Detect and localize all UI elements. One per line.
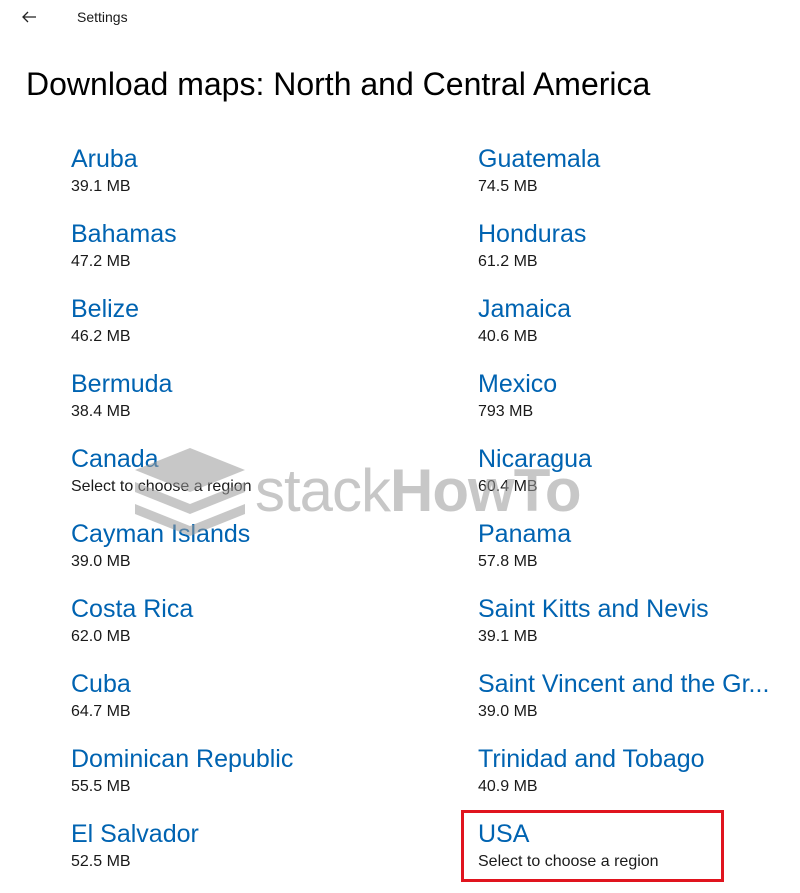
region-size: 52.5 MB [71, 853, 131, 870]
region-item-cuba[interactable]: Cuba 64.7 MB [71, 668, 441, 743]
region-size: 74.5 MB [478, 178, 538, 195]
region-item-el-salvador[interactable]: El Salvador 52.5 MB [71, 818, 441, 893]
title-bar: Settings [0, 0, 800, 36]
region-name: Panama [478, 520, 572, 548]
region-list-left: Aruba 39.1 MB Bahamas 47.2 MB Belize 46.… [71, 143, 441, 893]
region-size: 39.1 MB [478, 628, 538, 645]
region-name: Jamaica [478, 295, 572, 323]
arrow-left-icon [22, 11, 36, 23]
region-name: Dominican Republic [71, 745, 294, 773]
region-size: 38.4 MB [71, 403, 131, 420]
region-size: 39.0 MB [478, 703, 538, 720]
region-item-cayman-islands[interactable]: Cayman Islands 39.0 MB [71, 518, 441, 593]
region-item-saint-kitts-and-nevis[interactable]: Saint Kitts and Nevis 39.1 MB [478, 593, 800, 668]
page-title: Download maps: North and Central America [26, 66, 651, 102]
region-size: 39.0 MB [71, 553, 131, 570]
region-size: 64.7 MB [71, 703, 131, 720]
region-item-belize[interactable]: Belize 46.2 MB [71, 293, 441, 368]
region-name: Cuba [71, 670, 131, 698]
region-item-panama[interactable]: Panama 57.8 MB [478, 518, 800, 593]
region-name: Saint Vincent and the Gr... [478, 670, 770, 698]
region-name: USA [478, 820, 530, 848]
region-size: 61.2 MB [478, 253, 538, 270]
region-size: 46.2 MB [71, 328, 131, 345]
region-name: Nicaragua [478, 445, 592, 473]
region-name: Aruba [71, 145, 138, 173]
region-item-jamaica[interactable]: Jamaica 40.6 MB [478, 293, 800, 368]
region-name: Costa Rica [71, 595, 194, 623]
region-size: 55.5 MB [71, 778, 131, 795]
region-item-nicaragua[interactable]: Nicaragua 60.4 MB [478, 443, 800, 518]
region-size: 793 MB [478, 403, 534, 420]
region-item-trinidad-and-tobago[interactable]: Trinidad and Tobago 40.9 MB [478, 743, 800, 818]
region-size: Select to choose a region [71, 478, 252, 495]
region-name: Honduras [478, 220, 587, 248]
region-item-bermuda[interactable]: Bermuda 38.4 MB [71, 368, 441, 443]
region-name: Bahamas [71, 220, 177, 248]
region-item-costa-rica[interactable]: Costa Rica 62.0 MB [71, 593, 441, 668]
region-item-dominican-republic[interactable]: Dominican Republic 55.5 MB [71, 743, 441, 818]
region-size: 62.0 MB [71, 628, 131, 645]
region-item-canada[interactable]: Canada Select to choose a region [71, 443, 441, 518]
region-name: Bermuda [71, 370, 173, 398]
region-size: 60.4 MB [478, 478, 538, 495]
region-item-mexico[interactable]: Mexico 793 MB [478, 368, 800, 443]
region-size: 39.1 MB [71, 178, 131, 195]
region-name: Saint Kitts and Nevis [478, 595, 709, 623]
region-name: Mexico [478, 370, 558, 398]
back-button[interactable] [14, 4, 44, 30]
region-name: Cayman Islands [71, 520, 251, 548]
region-list-right: Guatemala 74.5 MB Honduras 61.2 MB Jamai… [478, 143, 800, 893]
region-item-saint-vincent[interactable]: Saint Vincent and the Gr... 39.0 MB [478, 668, 800, 743]
region-name: Guatemala [478, 145, 601, 173]
region-name: Belize [71, 295, 140, 323]
region-item-usa[interactable]: USA Select to choose a region [478, 818, 800, 893]
app-title: Settings [77, 9, 128, 25]
region-size: 57.8 MB [478, 553, 538, 570]
region-size: 40.6 MB [478, 328, 538, 345]
region-name: El Salvador [71, 820, 199, 848]
region-item-honduras[interactable]: Honduras 61.2 MB [478, 218, 800, 293]
region-name: Trinidad and Tobago [478, 745, 705, 773]
region-item-bahamas[interactable]: Bahamas 47.2 MB [71, 218, 441, 293]
region-item-aruba[interactable]: Aruba 39.1 MB [71, 143, 441, 218]
region-size: Select to choose a region [478, 853, 659, 870]
region-size: 47.2 MB [71, 253, 131, 270]
region-name: Canada [71, 445, 159, 473]
region-size: 40.9 MB [478, 778, 538, 795]
region-item-guatemala[interactable]: Guatemala 74.5 MB [478, 143, 800, 218]
